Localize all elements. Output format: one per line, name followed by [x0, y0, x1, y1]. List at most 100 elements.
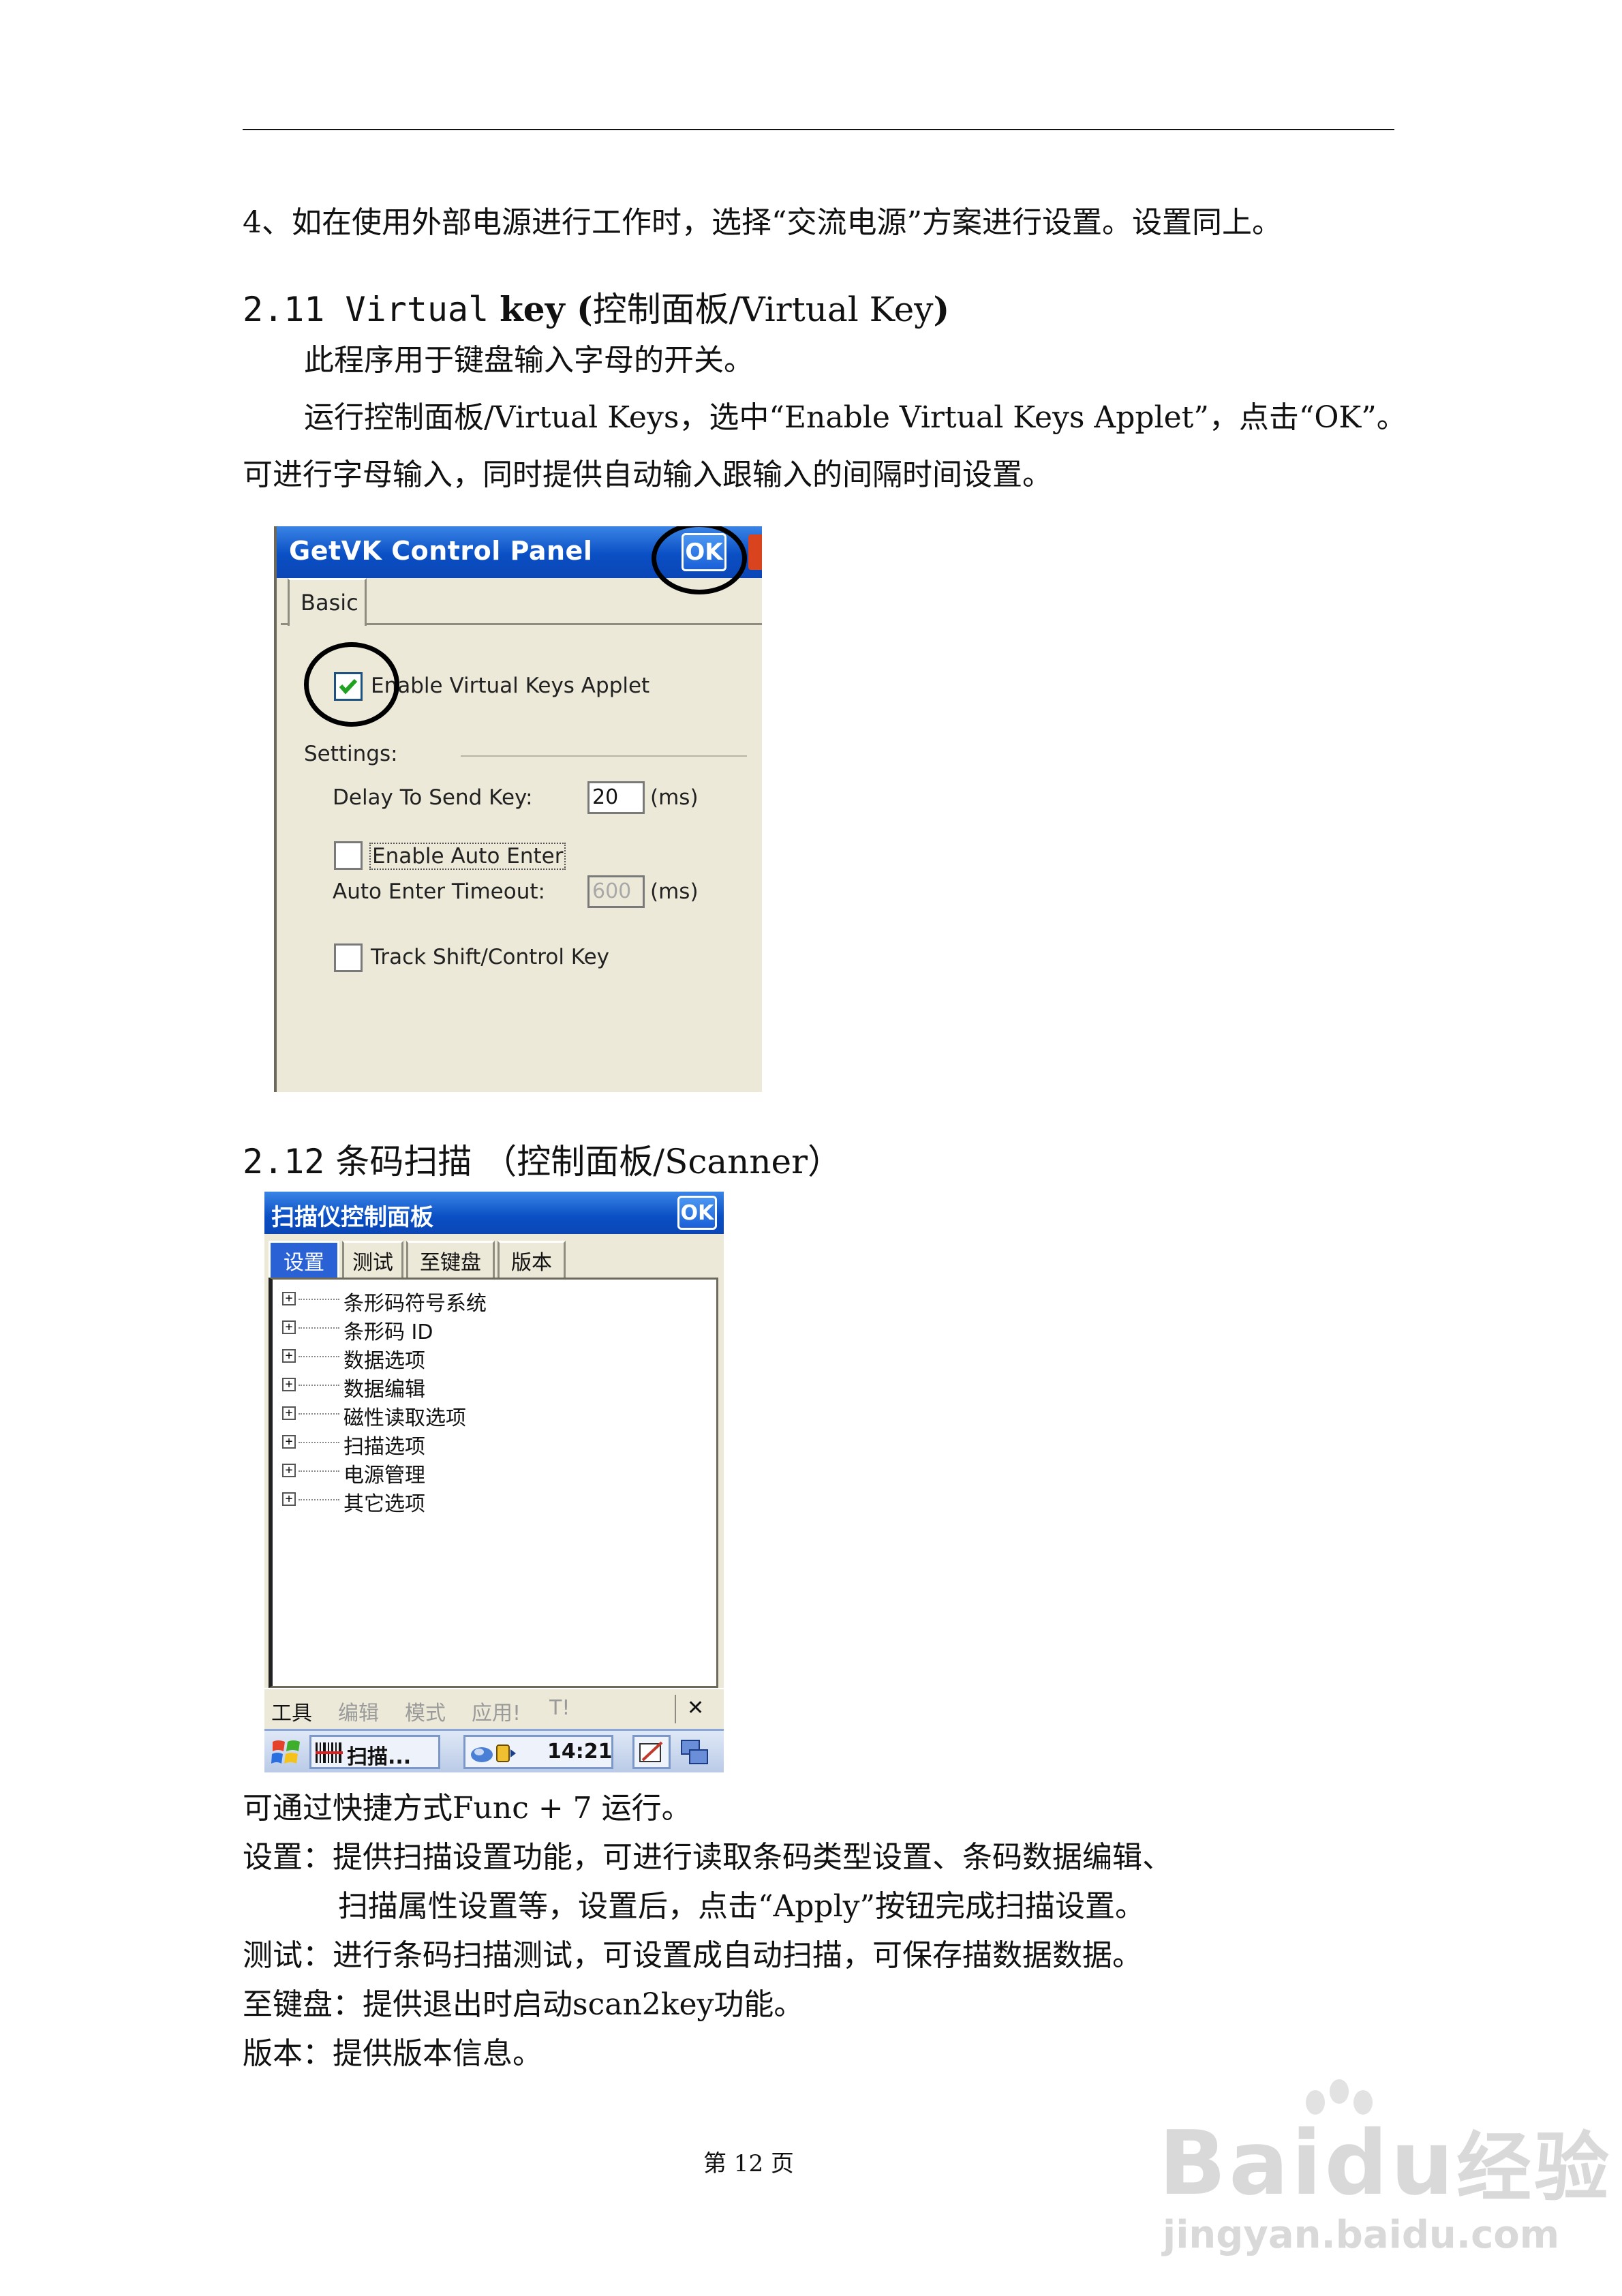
enable-auto-enter-label: Enable Auto Enter	[369, 843, 566, 870]
watermark-brand: Baidu经验	[1159, 2106, 1612, 2216]
tab-basic-label: Basic	[301, 590, 358, 616]
paragraph-input-settings: 可进行字母输入，同时提供自动输入跟输入的间隔时间设置。	[243, 457, 1052, 492]
tree-node-label: 数据选项	[343, 1349, 425, 1373]
paragraph-test-desc: 测试：进行条码扫描测试，可设置成自动扫描，可保存描数据数据。	[243, 1938, 1142, 1973]
tree-node-label: 数据编辑	[343, 1378, 425, 1402]
tree-connector	[299, 1499, 339, 1500]
paragraph-keyboard-desc: 至键盘：提供退出时启动scan2key功能。	[243, 1987, 804, 2022]
tree-node-label: 其它选项	[343, 1492, 425, 1516]
tab-to-keyboard[interactable]: 至键盘	[406, 1241, 495, 1278]
tree-connector	[299, 1442, 339, 1443]
settings-tree: + 条形码符号系统 + 条形码 ID + 数据选项 + 数据编辑 + 磁性读取选项 + 扫描…	[269, 1278, 718, 1688]
taskbar-app-scanner[interactable]: 扫描...	[309, 1735, 440, 1769]
section-close-paren: )	[933, 289, 950, 329]
watermark-product: 经验	[1456, 2124, 1612, 2211]
expand-icon[interactable]: +	[282, 1435, 296, 1449]
expand-icon[interactable]: +	[282, 1292, 296, 1305]
scanner-title-bar: 扫描仪控制面板 OK	[264, 1192, 724, 1234]
section-number-2-12: 2.12	[243, 1142, 325, 1181]
section-heading-2-11: 2.11 Virtual key (控制面板/Virtual Key)	[243, 282, 949, 331]
settings-label: Settings:	[304, 742, 398, 766]
pen-input-icon	[639, 1741, 663, 1762]
settings-separator	[461, 755, 747, 757]
paragraph-power-source: 4、如在使用外部电源进行工作时，选择“交流电源”方案进行设置。设置同上。	[243, 205, 1282, 240]
windows-switch-icon[interactable]	[680, 1739, 711, 1766]
expand-icon[interactable]: +	[282, 1349, 296, 1363]
tree-connector	[299, 1385, 339, 1386]
expand-icon[interactable]: +	[282, 1492, 296, 1506]
delay-label: Delay To Send Key:	[333, 785, 533, 810]
enable-virtual-keys-label: Enable Virtual Keys Applet	[371, 674, 650, 698]
input-panel-button[interactable]	[632, 1735, 671, 1769]
menu-apply[interactable]: 应用!	[472, 1696, 521, 1726]
expand-icon[interactable]: +	[282, 1378, 296, 1391]
menu-mode[interactable]: 模式	[405, 1696, 446, 1726]
connectivity-icon[interactable]	[470, 1741, 517, 1766]
tree-node[interactable]: + 条形码符号系统	[273, 1285, 682, 1316]
tree-node-label: 条形码符号系统	[343, 1292, 487, 1316]
tree-node[interactable]: + 扫描选项	[273, 1428, 682, 1459]
auto-enter-timeout-input[interactable]: 600	[587, 875, 645, 908]
tree-node[interactable]: + 电源管理	[273, 1457, 682, 1487]
tab-version[interactable]: 版本	[498, 1241, 566, 1278]
tree-node[interactable]: + 磁性读取选项	[273, 1400, 682, 1430]
tree-node[interactable]: + 其它选项	[273, 1485, 682, 1516]
scanner-ok-button[interactable]: OK	[677, 1196, 717, 1230]
track-shift-control-label: Track Shift/Control Key	[371, 945, 609, 969]
page-number: 第 12 页	[703, 2150, 794, 2177]
windows-start-icon[interactable]	[270, 1738, 303, 1768]
menu-edit[interactable]: 编辑	[338, 1696, 379, 1726]
scanner-control-panel-window: 扫描仪控制面板 OK 设置 测试 至键盘 版本 + 条形码符号系统 + 条形码 ID…	[264, 1192, 724, 1772]
auto-enter-timeout-label: Auto Enter Timeout:	[333, 879, 545, 904]
enable-auto-enter-checkbox[interactable]	[334, 841, 363, 870]
getvk-title: GetVK Control Panel	[289, 536, 593, 566]
close-icon[interactable]	[748, 534, 762, 570]
delay-input[interactable]: 20	[587, 781, 645, 814]
menu-t[interactable]: T!	[549, 1696, 570, 1720]
track-shift-control-checkbox[interactable]	[334, 943, 363, 972]
tree-connector	[299, 1356, 339, 1357]
tab-test[interactable]: 测试	[342, 1241, 403, 1278]
watermark-url: jingyan.baidu.com	[1163, 2213, 1560, 2257]
menu-tools[interactable]: 工具	[271, 1696, 312, 1726]
taskbar-app-label: 扫描...	[347, 1745, 412, 1769]
tab-settings[interactable]: 设置	[269, 1241, 339, 1278]
menu-separator	[675, 1695, 676, 1723]
watermark-brand-du: du	[1324, 2111, 1456, 2215]
header-rule	[243, 129, 1394, 130]
system-tray: 14:21	[463, 1735, 613, 1769]
section-key-word: key (	[500, 289, 593, 329]
expand-icon[interactable]: +	[282, 1464, 296, 1477]
section-title-2-12: 条码扫描 （控制面板/Scanner）	[335, 1142, 842, 1181]
expand-icon[interactable]: +	[282, 1320, 296, 1334]
section-number: 2.11 Virtual	[243, 290, 489, 329]
watermark-brand-bai: Bai	[1159, 2111, 1325, 2215]
getvk-control-panel-window: GetVK Control Panel OK Basic Enable Virt…	[274, 526, 762, 1092]
section-heading-2-12: 2.12 条码扫描 （控制面板/Scanner）	[243, 1134, 842, 1183]
delay-unit: (ms)	[650, 785, 699, 810]
tree-node-label: 磁性读取选项	[343, 1406, 466, 1430]
tree-node[interactable]: + 条形码 ID	[273, 1314, 682, 1344]
close-icon[interactable]: ✕	[687, 1696, 704, 1720]
paragraph-purpose: 此程序用于键盘输入字母的开关。	[304, 343, 754, 378]
tree-node[interactable]: + 数据选项	[273, 1342, 682, 1373]
tree-connector	[299, 1470, 339, 1472]
baidu-watermark: Baidu经验 jingyan.baidu.com	[1159, 2079, 1609, 2257]
tree-node-label: 电源管理	[343, 1464, 425, 1487]
paragraph-settings-desc-cont: 扫描属性设置等，设置后，点击“Apply”按钮完成扫描设置。	[338, 1889, 1146, 1924]
scanner-title: 扫描仪控制面板	[271, 1204, 433, 1231]
tab-basic[interactable]: Basic	[288, 578, 367, 626]
tree-node-label: 条形码 ID	[343, 1320, 433, 1344]
tree-node-label: 扫描选项	[343, 1435, 425, 1459]
timeout-unit: (ms)	[650, 879, 699, 904]
barcode-icon	[316, 1742, 343, 1763]
expand-icon[interactable]: +	[282, 1406, 296, 1420]
menu-bar: 工具 编辑 模式 应用! T! ✕	[264, 1688, 724, 1729]
clock: 14:21	[547, 1740, 613, 1764]
section-path: 控制面板/Virtual Key	[592, 290, 934, 329]
tree-node[interactable]: + 数据编辑	[273, 1371, 682, 1402]
tree-connector	[299, 1299, 339, 1300]
checkbox-highlight-circle	[304, 642, 399, 727]
ok-highlight-circle	[652, 526, 747, 594]
tree-connector	[299, 1413, 339, 1415]
